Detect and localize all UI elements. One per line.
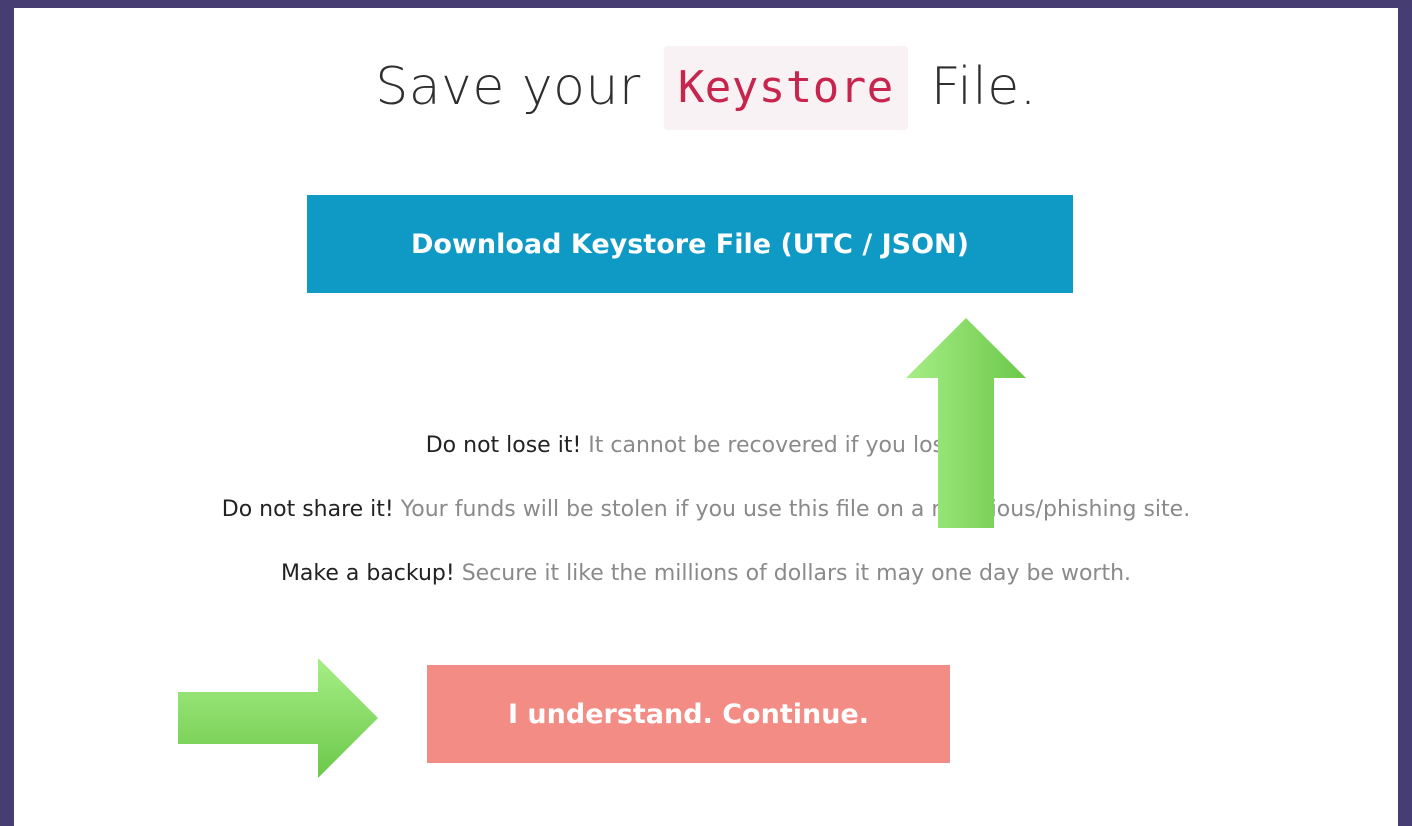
- warning-list: Do not lose it! It cannot be recovered i…: [14, 426, 1398, 618]
- title-prefix: Save your: [375, 57, 641, 117]
- title-suffix: File.: [930, 57, 1037, 117]
- warning-item: Make a backup! Secure it like the millio…: [14, 554, 1398, 618]
- download-keystore-button[interactable]: Download Keystore File (UTC / JSON): [307, 195, 1073, 293]
- warning-strong: Do not lose it!: [425, 433, 582, 458]
- page-frame: Save your Keystore File. Download Keysto…: [14, 8, 1398, 826]
- warning-text: Your funds will be stolen if you use thi…: [400, 497, 1191, 522]
- warning-strong: Make a backup!: [280, 561, 455, 586]
- page-title: Save your Keystore File.: [14, 46, 1398, 130]
- continue-button[interactable]: I understand. Continue.: [427, 665, 950, 763]
- arrow-up-icon: [906, 318, 1026, 528]
- warning-strong: Do not share it!: [221, 497, 394, 522]
- title-code-keystore: Keystore: [663, 46, 908, 130]
- warning-item: Do not lose it! It cannot be recovered i…: [14, 426, 1398, 490]
- arrow-right-icon: [178, 658, 378, 778]
- warning-item: Do not share it! Your funds will be stol…: [14, 490, 1398, 554]
- warning-text: Secure it like the millions of dollars i…: [461, 561, 1132, 586]
